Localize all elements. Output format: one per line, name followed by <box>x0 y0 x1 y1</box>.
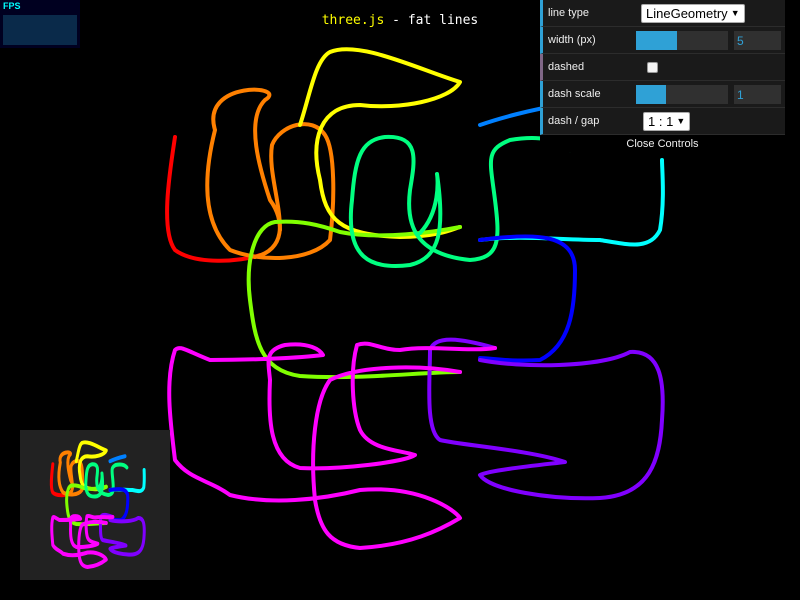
dash-scale-input[interactable]: 1 <box>734 85 781 104</box>
width-slider-fill <box>636 31 678 50</box>
dash-gap-label: dash / gap <box>548 115 600 127</box>
close-controls-button[interactable]: Close Controls <box>540 135 785 152</box>
fat-line-segment <box>478 158 665 247</box>
width-slider[interactable] <box>636 31 728 50</box>
width-input[interactable]: 5 <box>734 31 781 50</box>
dash-scale-slider[interactable] <box>636 85 728 104</box>
fat-line-segment <box>84 462 129 499</box>
dash-scale-label: dash scale <box>548 88 601 100</box>
inset-viewport <box>20 430 170 580</box>
fps-label: FPS <box>3 1 21 11</box>
fat-line-segment <box>427 337 665 501</box>
fat-line-segment <box>108 454 127 464</box>
line-type-value: LineGeometry <box>646 6 728 21</box>
fps-stats-panel[interactable]: FPS <box>0 0 80 48</box>
controls-panel: line type LineGeometry ▼ width (px) 5 da… <box>540 0 785 152</box>
control-dashed: dashed <box>540 54 785 81</box>
dash-gap-select[interactable]: 1 : 1 ▼ <box>643 112 691 131</box>
control-width: width (px) 5 <box>540 27 785 54</box>
dashed-label: dashed <box>548 61 585 73</box>
width-label: width (px) <box>548 34 596 46</box>
line-type-select[interactable]: LineGeometry ▼ <box>641 4 745 23</box>
fat-line-segment <box>298 47 462 239</box>
control-dash-gap: dash / gap 1 : 1 ▼ <box>540 108 785 135</box>
fat-line-segment <box>165 135 262 263</box>
fat-line-segment <box>478 234 577 363</box>
control-dash-scale: dash scale 1 <box>540 81 785 108</box>
fat-line-segment <box>98 512 146 557</box>
chevron-down-icon: ▼ <box>730 8 740 18</box>
line-type-label: line type <box>548 7 589 19</box>
page-title-text: - fat lines <box>384 13 479 28</box>
dash-gap-value: 1 : 1 <box>648 114 674 129</box>
control-line-type: line type LineGeometry ▼ <box>540 0 785 27</box>
threejs-link[interactable]: three.js <box>322 13 385 28</box>
dash-scale-slider-fill <box>636 85 667 104</box>
fat-line-segment <box>348 134 572 268</box>
fat-line-segment <box>205 87 336 260</box>
fps-graph <box>3 15 77 45</box>
dashed-checkbox[interactable] <box>647 62 658 73</box>
chevron-down-icon: ▼ <box>676 116 686 126</box>
